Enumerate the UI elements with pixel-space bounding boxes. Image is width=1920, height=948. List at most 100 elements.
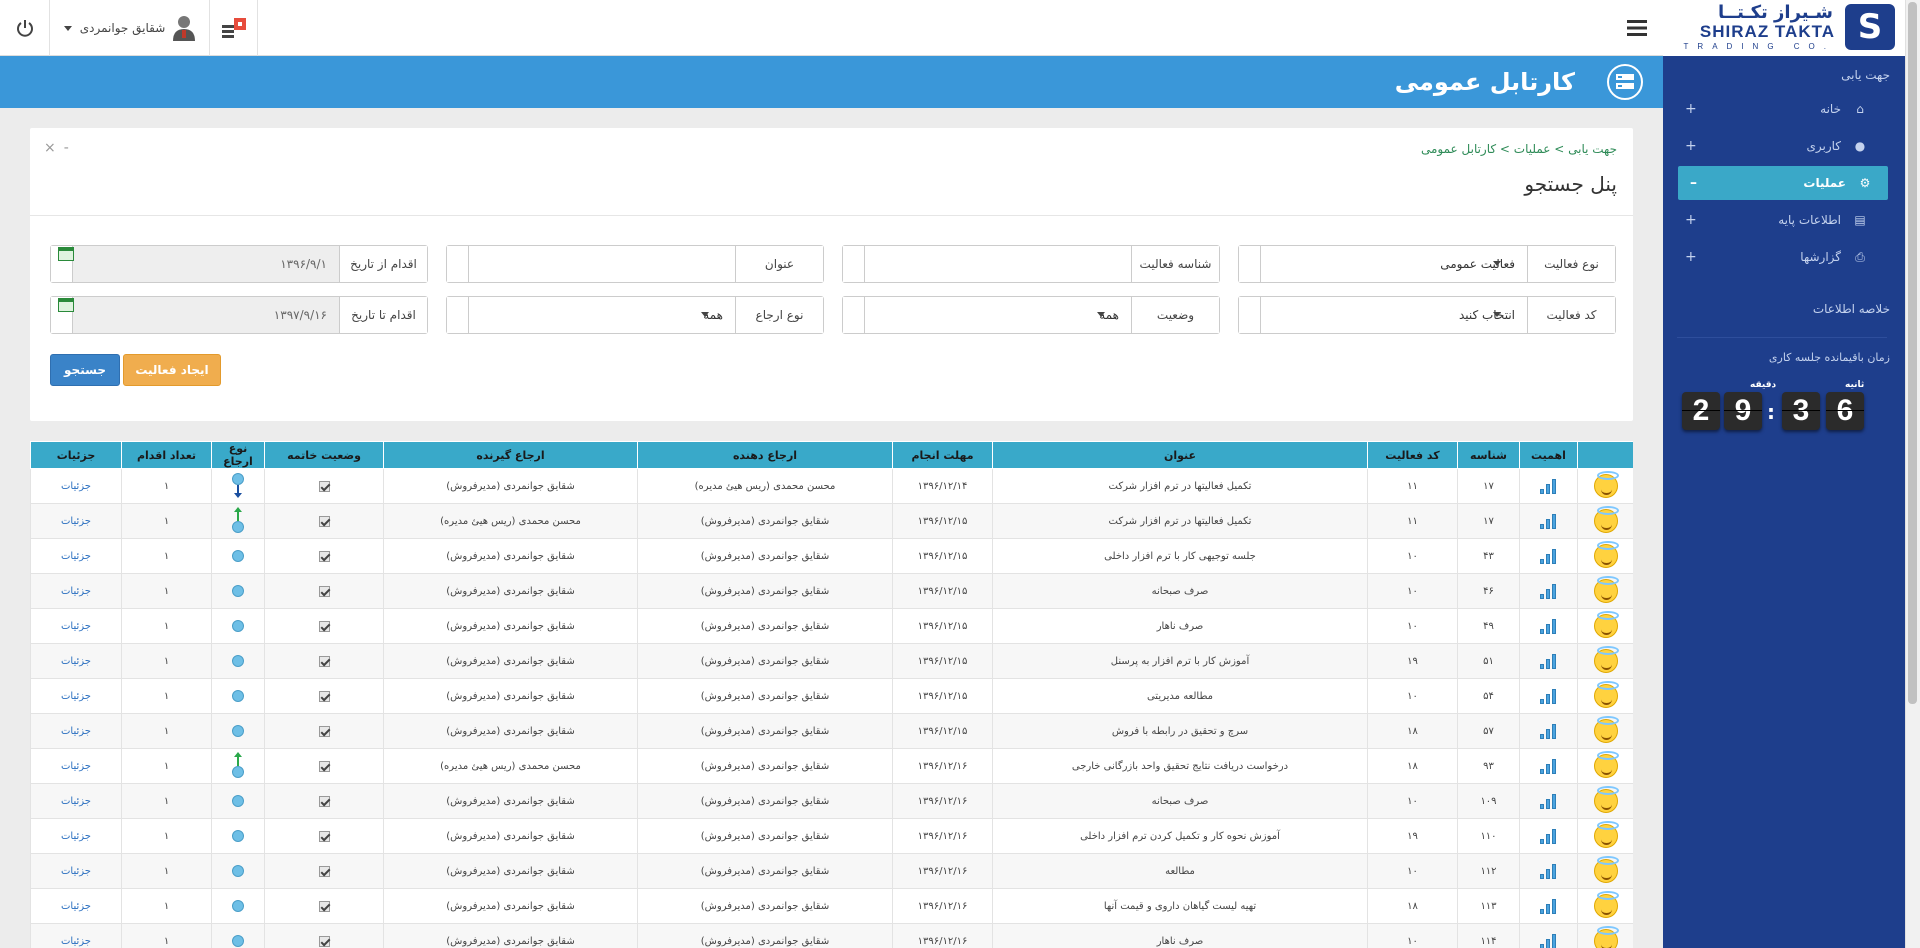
cell-receiver: شقایق جوانمردی (مدیرفروش) <box>383 468 638 504</box>
smile-icon <box>1593 926 1619 948</box>
activity-code-value[interactable]: انتخاب کنید <box>1261 297 1527 333</box>
from-date-input[interactable]: ۱۳۹۶/۹/۱ <box>73 246 339 282</box>
cell-title: مطالعه مدیریتی <box>992 678 1368 714</box>
closed-checkbox[interactable] <box>318 585 330 597</box>
cell-referral-type <box>211 468 265 504</box>
sidebar-divider <box>1677 337 1887 338</box>
closed-checkbox[interactable] <box>318 515 330 527</box>
cell-code: ۱۰ <box>1367 923 1458 948</box>
field-addon <box>1239 297 1261 333</box>
table-row[interactable]: ۵۱ ۱۹ آموزش کار با ترم افزار به پرسنل ۱۳۹۶/… <box>30 643 1633 679</box>
sidebar-item-reports[interactable]: ⎙ گزارشها + <box>1673 240 1883 274</box>
closed-checkbox[interactable] <box>318 900 330 912</box>
calendar-icon[interactable] <box>58 247 74 261</box>
details-link[interactable]: جزئیات <box>61 586 91 597</box>
details-link[interactable]: جزئیات <box>61 691 91 702</box>
sidebar-summary[interactable]: خلاصه اطلاعات <box>1813 302 1890 316</box>
table-row[interactable]: ۱۱۴ ۱۰ صرف ناهار ۱۳۹۶/۱۲/۱۶ شقایق جوانمردی (… <box>30 923 1633 948</box>
details-link[interactable]: جزئیات <box>61 831 91 842</box>
from-date-field[interactable]: اقدام از تاریخ ۱۳۹۶/۹/۱ <box>50 245 428 283</box>
cell-mood <box>1577 748 1633 784</box>
details-link[interactable]: جزئیات <box>61 726 91 737</box>
closed-checkbox[interactable] <box>318 795 330 807</box>
details-link[interactable]: جزئیات <box>61 656 91 667</box>
status-value[interactable]: همه <box>865 297 1131 333</box>
status-select[interactable]: وضعیت همه <box>842 296 1220 334</box>
table-row[interactable]: ۱۱۲ ۱۰ مطالعه ۱۳۹۶/۱۲/۱۶ شقایق جوانمردی (مدی… <box>30 853 1633 889</box>
sidebar-item-label: خانه <box>1820 102 1841 116</box>
closed-checkbox[interactable] <box>318 550 330 562</box>
breadcrumb[interactable]: جهت یابی > عملیات > کارتابل عمومی <box>1421 142 1617 156</box>
table-row[interactable]: ۱۷ ۱۱ تکمیل فعالیتها در ترم افزار شرکت ۱۳۹۶… <box>30 468 1633 504</box>
cell-receiver: محسن محمدی (ریس هیئ مدیره) <box>383 748 638 784</box>
calendar-icon[interactable] <box>58 298 74 312</box>
details-link[interactable]: جزئیات <box>61 761 91 772</box>
scrollbar-thumb[interactable] <box>1908 2 1917 704</box>
details-link[interactable]: جزئیات <box>61 901 91 912</box>
closed-checkbox[interactable] <box>318 725 330 737</box>
smile-icon <box>1593 576 1619 603</box>
self-referral-icon <box>232 620 244 632</box>
closed-checkbox[interactable] <box>318 480 330 492</box>
table-row[interactable]: ۵۷ ۱۸ سرچ و تحقیق در رابطه با فروش ۱۳۹۶/۱۲/… <box>30 713 1633 749</box>
closed-checkbox[interactable] <box>318 690 330 702</box>
cell-priority <box>1519 643 1578 679</box>
table-row[interactable]: ۴۳ ۱۰ جلسه توجیهی کار با ترم افزار داخلی ۱۳… <box>30 538 1633 574</box>
expand-icon: + <box>1685 101 1697 117</box>
table-row[interactable]: ۱۰۹ ۱۰ صرف صبحانه ۱۳۹۶/۱۲/۱۶ شقایق جوانمردی … <box>30 783 1633 819</box>
table-row[interactable]: ۴۶ ۱۰ صرف صبحانه ۱۳۹۶/۱۲/۱۵ شقایق جوانمردی (… <box>30 573 1633 609</box>
cell-details: جزئیات <box>30 503 122 539</box>
chevron-down-icon <box>63 25 72 31</box>
sidebar-item-home[interactable]: ⌂ خانه + <box>1673 92 1883 126</box>
table-row[interactable]: ۱۷ ۱۱ تکمیل فعالیتها در ترم افزار شرکت ۱۳۹۶… <box>30 503 1633 539</box>
details-link[interactable]: جزئیات <box>61 516 91 527</box>
table-row[interactable]: ۵۴ ۱۰ مطالعه مدیریتی ۱۳۹۶/۱۲/۱۵ شقایق جوانمر… <box>30 678 1633 714</box>
table-row[interactable]: ۹۳ ۱۸ درخواست دریافت نتایج تحقیق واحد بازر… <box>30 748 1633 784</box>
closed-checkbox[interactable] <box>318 760 330 772</box>
referral-type-select[interactable]: نوع ارجاع همه <box>446 296 824 334</box>
details-link[interactable]: جزئیات <box>61 936 91 947</box>
cell-action-count: ۱ <box>121 748 212 784</box>
minimize-icon[interactable]: - <box>64 140 77 156</box>
close-icon[interactable]: × <box>44 140 64 156</box>
title-field[interactable]: عنوان <box>446 245 824 283</box>
sidebar-item-users[interactable]: ● کاربری + <box>1673 129 1883 163</box>
title-input[interactable] <box>469 246 735 282</box>
activity-code-select[interactable]: کد فعالیت انتخاب کنید <box>1238 296 1616 334</box>
table-row[interactable]: ۴۹ ۱۰ صرف ناهار ۱۳۹۶/۱۲/۱۵ شقایق جوانمردی (م… <box>30 608 1633 644</box>
table-row[interactable]: ۱۱۰ ۱۹ آموزش نحوه کار و تکمیل کردن ترم افز… <box>30 818 1633 854</box>
closed-checkbox[interactable] <box>318 830 330 842</box>
cell-priority <box>1519 748 1578 784</box>
activity-type-select[interactable]: نوع فعالیت فعالیت عمومی <box>1238 245 1616 283</box>
sidebar-item-operations[interactable]: ⚙ عملیات – <box>1678 166 1888 200</box>
user-menu[interactable]: شقایق جوانمردی <box>50 0 210 56</box>
closed-checkbox[interactable] <box>318 655 330 667</box>
details-link[interactable]: جزئیات <box>61 796 91 807</box>
cell-id: ۵۱ <box>1457 643 1520 679</box>
activity-type-value[interactable]: فعالیت عمومی <box>1261 246 1527 282</box>
activity-id-field[interactable]: شناسه فعالیت <box>842 245 1220 283</box>
details-link[interactable]: جزئیات <box>61 621 91 632</box>
cell-priority <box>1519 888 1578 924</box>
cell-deadline: ۱۳۹۶/۱۲/۱۶ <box>892 888 993 924</box>
details-link[interactable]: جزئیات <box>61 481 91 492</box>
create-activity-button[interactable]: ایجاد فعالیت <box>123 354 221 386</box>
menu-toggle-button[interactable] <box>1620 12 1654 44</box>
column-header: مهلت انجام <box>892 441 993 469</box>
referral-type-value[interactable]: همه <box>469 297 735 333</box>
sidebar-item-base-info[interactable]: ▤ اطلاعات پایه + <box>1673 203 1883 237</box>
closed-checkbox[interactable] <box>318 620 330 632</box>
field-label: اقدام از تاریخ <box>339 246 427 282</box>
to-date-field[interactable]: اقدام تا تاریخ ۱۳۹۷/۹/۱۶ <box>50 296 428 334</box>
details-link[interactable]: جزئیات <box>61 551 91 562</box>
table-row[interactable]: ۱۱۳ ۱۸ تهیه لیست گیاهان داروی و قیمت آنها ۱… <box>30 888 1633 924</box>
details-link[interactable]: جزئیات <box>61 866 91 877</box>
self-referral-icon <box>232 690 244 702</box>
activity-id-input[interactable] <box>865 246 1131 282</box>
search-button[interactable]: جستجو <box>50 354 120 386</box>
to-date-input[interactable]: ۱۳۹۷/۹/۱۶ <box>73 297 339 333</box>
logout-button[interactable] <box>0 0 50 56</box>
messages-button[interactable] <box>210 0 258 56</box>
closed-checkbox[interactable] <box>318 865 330 877</box>
closed-checkbox[interactable] <box>318 935 330 947</box>
